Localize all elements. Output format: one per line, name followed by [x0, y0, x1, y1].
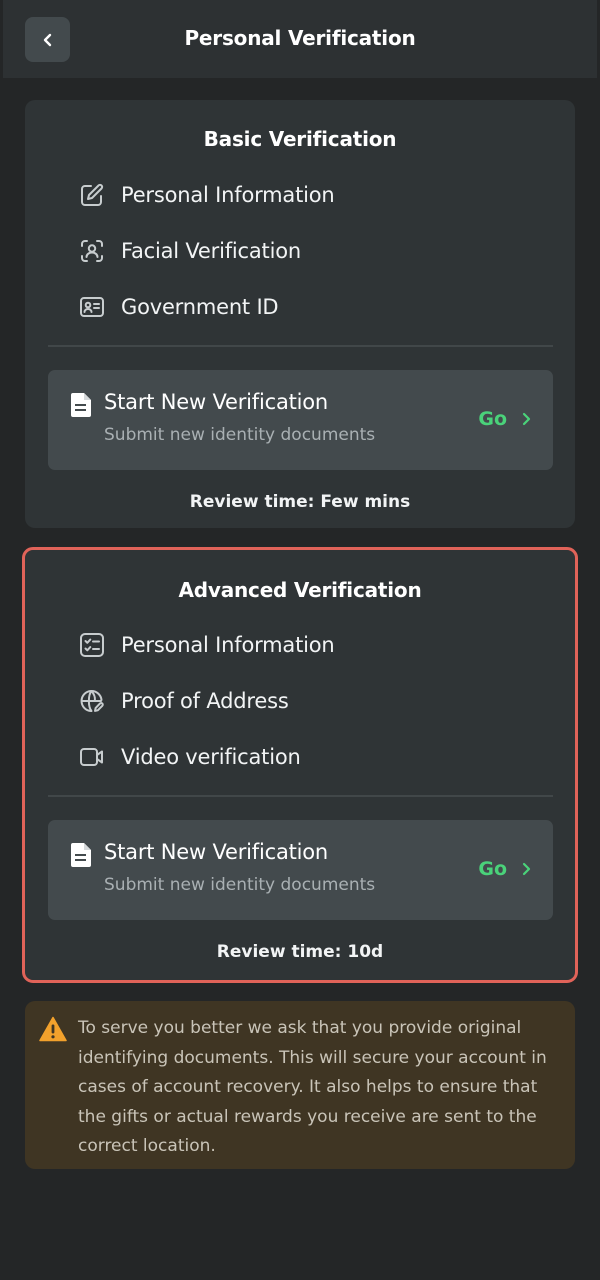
face-scan-icon [78, 237, 106, 265]
step-label: Proof of Address [121, 689, 289, 713]
step-personal-information: Personal Information [78, 630, 335, 660]
edit-icon [78, 181, 106, 209]
start-subtitle: Submit new identity documents [104, 875, 376, 895]
start-title: Start New Verification [104, 840, 329, 864]
chevron-right-icon [521, 412, 531, 426]
page-title: Personal Verification [184, 26, 416, 50]
go-link[interactable]: Go [478, 408, 531, 430]
start-subtitle: Submit new identity documents [104, 425, 376, 445]
start-new-verification-button[interactable]: Start New Verification Submit new identi… [48, 820, 553, 920]
step-government-id: Government ID [78, 292, 279, 322]
basic-verification-card: Basic Verification Personal Information … [25, 100, 575, 528]
go-label: Go [478, 408, 507, 430]
step-proof-of-address: Proof of Address [78, 686, 289, 716]
step-label: Personal Information [121, 633, 335, 657]
info-notice: To serve you better we ask that you prov… [25, 1001, 575, 1169]
notice-text: To serve you better we ask that you prov… [78, 1018, 547, 1156]
card-title: Basic Verification [203, 127, 397, 151]
step-label: Government ID [121, 295, 279, 319]
globe-edit-icon [78, 687, 106, 715]
chevron-right-icon [521, 862, 531, 876]
go-label: Go [478, 858, 507, 880]
go-link[interactable]: Go [478, 858, 531, 880]
card-title: Advanced Verification [178, 578, 422, 602]
step-facial-verification: Facial Verification [78, 236, 301, 266]
id-card-icon [78, 293, 106, 321]
checklist-icon [78, 631, 106, 659]
video-icon [78, 743, 106, 771]
step-video-verification: Video verification [78, 742, 301, 772]
document-icon [71, 843, 91, 867]
step-label: Personal Information [121, 183, 335, 207]
step-personal-information: Personal Information [78, 180, 335, 210]
advanced-verification-card[interactable]: Advanced Verification Personal Informati… [22, 547, 578, 983]
document-icon [71, 393, 91, 417]
divider [48, 345, 553, 347]
review-time: Review time: Few mins [189, 492, 411, 512]
step-label: Facial Verification [121, 239, 301, 263]
divider [48, 795, 553, 797]
step-label: Video verification [121, 745, 301, 769]
start-new-verification-button[interactable]: Start New Verification Submit new identi… [48, 370, 553, 470]
review-time: Review time: 10d [216, 942, 384, 962]
warning-icon [39, 1016, 67, 1042]
start-title: Start New Verification [104, 390, 329, 414]
top-bar: Personal Verification [3, 0, 597, 78]
